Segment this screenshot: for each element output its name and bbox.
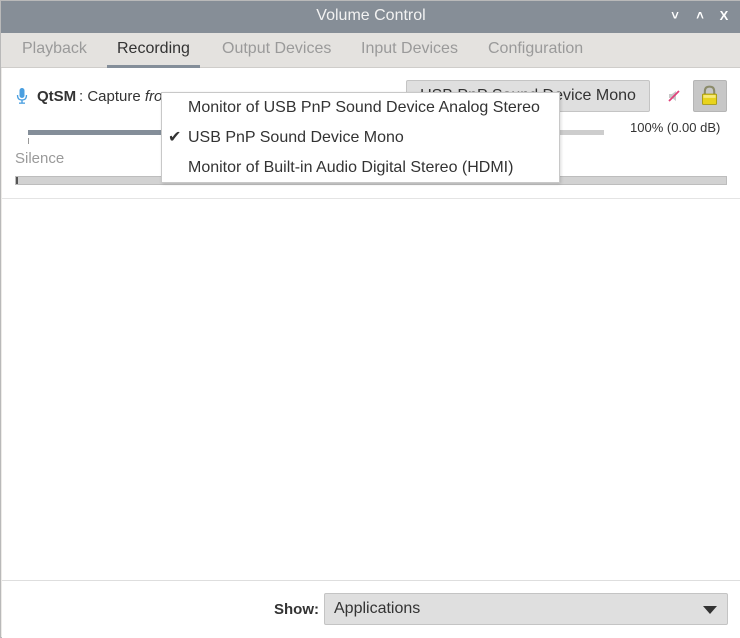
tab-recording[interactable]: Recording (107, 40, 200, 68)
audio-volume-muted-icon[interactable] (666, 88, 682, 104)
device-menu-item-label: USB PnP Sound Device Mono (188, 129, 404, 146)
dropdown-arrow-icon (703, 606, 717, 614)
tab-playback[interactable]: Playback (12, 40, 97, 68)
microphone-icon (16, 88, 28, 104)
lock-icon (702, 85, 718, 105)
title-bar[interactable]: Volume Control ˅ ˄ X (1, 1, 740, 33)
tab-input-devices[interactable]: Input Devices (351, 40, 468, 68)
show-filter-value: Applications (334, 600, 421, 617)
tab-output-devices[interactable]: Output Devices (212, 40, 341, 68)
device-menu-item-label: Monitor of USB PnP Sound Device Analog S… (188, 99, 540, 116)
device-popup-menu: Monitor of USB PnP Sound Device Analog S… (161, 92, 560, 183)
tab-configuration[interactable]: Configuration (478, 40, 593, 68)
device-menu-item[interactable]: Monitor of USB PnP Sound Device Analog S… (162, 93, 559, 123)
app-name: QtSM (37, 88, 77, 105)
device-menu-item-label: Monitor of Built-in Audio Digital Stereo… (188, 159, 514, 176)
maximize-button[interactable]: ˄ (691, 7, 709, 25)
window-title: Volume Control (316, 7, 426, 24)
tab-bar: Playback Recording Output Devices Input … (1, 33, 740, 68)
minimize-button[interactable]: ˅ (666, 7, 684, 25)
peak-level-marker (16, 177, 18, 184)
silence-tick (28, 138, 29, 144)
stream-separator: : Capture (79, 88, 145, 105)
device-menu-item-selected[interactable]: ✔ USB PnP Sound Device Mono (162, 123, 559, 153)
show-filter-select[interactable]: Applications (324, 593, 728, 625)
volume-value: 100% (0.00 dB) (630, 120, 721, 135)
stream-from-text: fro (144, 88, 163, 105)
footer-bar: Show: Applications (2, 580, 740, 638)
close-button[interactable]: X (715, 7, 733, 25)
volume-control-window: Volume Control ˅ ˄ X Playback Recording … (0, 0, 740, 638)
lock-channels-button[interactable] (693, 80, 727, 112)
stream-description: : Capture fro (79, 88, 162, 105)
device-menu-item[interactable]: Monitor of Built-in Audio Digital Stereo… (162, 153, 559, 183)
check-icon: ✔ (168, 129, 182, 146)
show-label: Show: (274, 601, 319, 618)
silence-label: Silence (15, 150, 65, 167)
